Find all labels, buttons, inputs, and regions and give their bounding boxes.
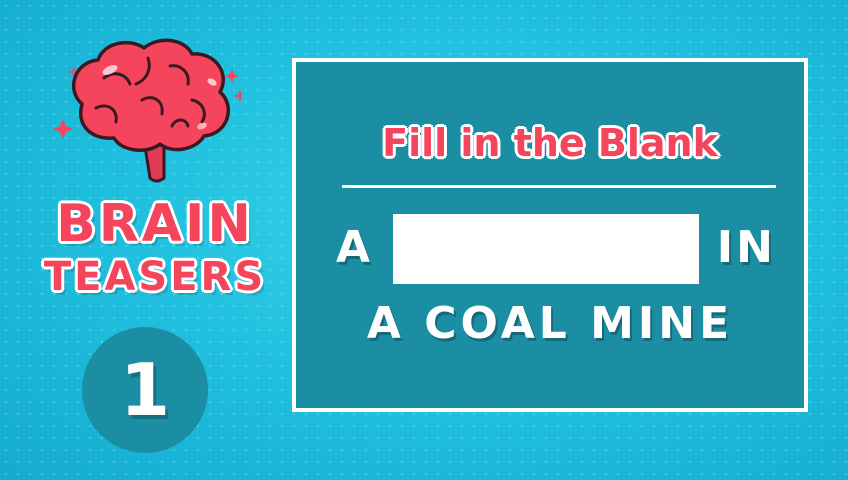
puzzle-heading: Fill in the Blank — [382, 121, 718, 165]
puzzle-line-1: A IN — [336, 214, 776, 284]
episode-number-badge: 1 — [82, 327, 208, 453]
puzzle-line-2: A COAL MINE — [366, 298, 734, 349]
brain-icon — [53, 38, 242, 183]
puzzle-panel: Fill in the Blank A IN A COAL MINE — [292, 58, 808, 412]
puzzle-word-after-blank: IN — [716, 222, 776, 273]
puzzle-word-before-blank: A — [336, 222, 374, 273]
episode-number: 1 — [119, 348, 171, 432]
logo-title-brain: BRAIN — [56, 194, 254, 254]
heading-divider — [342, 185, 776, 188]
answer-blank-box — [393, 214, 699, 284]
logo-title-teasers: TEASERS — [43, 254, 267, 300]
